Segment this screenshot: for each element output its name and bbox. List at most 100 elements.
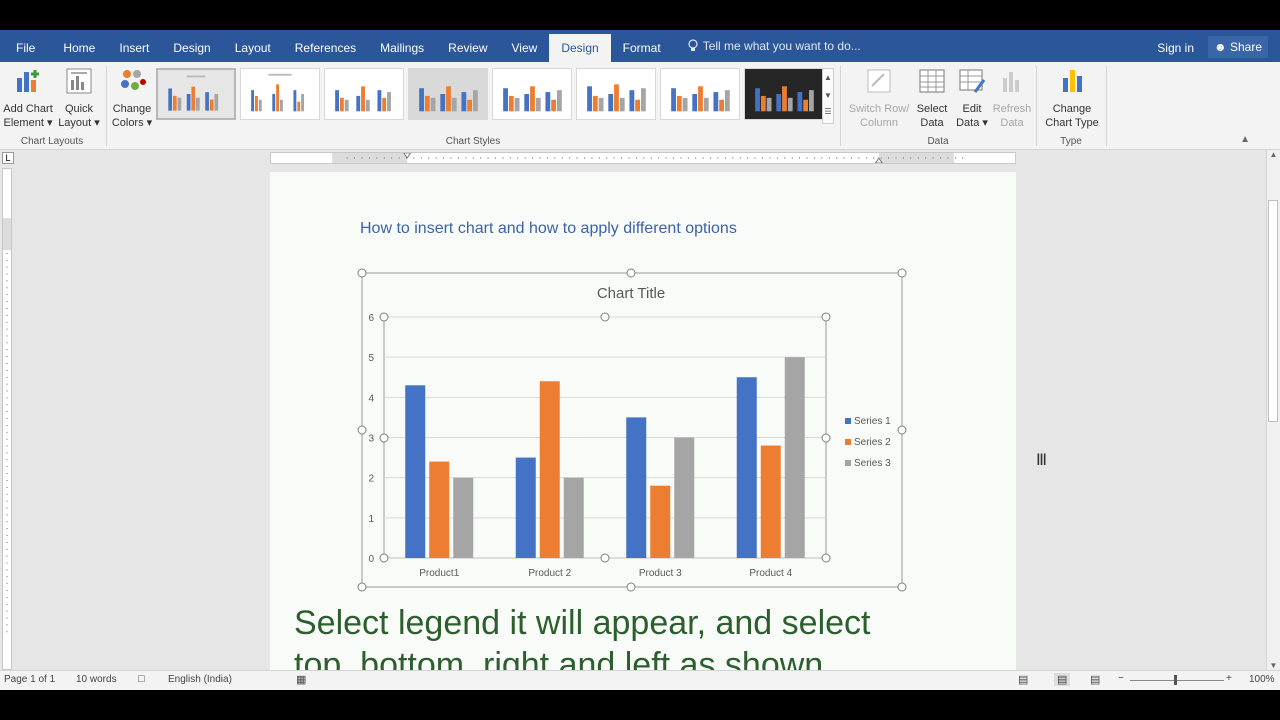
change-colors-label2: Colors ▾: [111, 117, 153, 129]
x-tick-label: Product1: [419, 568, 459, 579]
resize-handle: [821, 553, 831, 563]
tell-me-box[interactable]: Tell me what you want to do...: [673, 30, 861, 62]
group-label-chart-layouts: Chart Layouts: [20, 136, 84, 147]
y-tick-label: 5: [368, 353, 374, 364]
ribbon-tab-bar: File Home Insert Design Layout Reference…: [0, 30, 1280, 62]
bar: [674, 437, 695, 558]
chart-styles-gallery: [156, 68, 824, 120]
chart-style-5[interactable]: [492, 68, 572, 120]
tab-file[interactable]: File: [0, 30, 51, 62]
quick-layout-label2: Layout ▾: [58, 117, 100, 129]
tab-mailings[interactable]: Mailings: [368, 30, 436, 62]
tab-design-chart[interactable]: Design: [549, 34, 611, 62]
change-chart-type-button[interactable]: Change Chart Type: [1040, 66, 1104, 130]
bar: [429, 461, 450, 558]
quick-layout-button[interactable]: Quick Layout ▾: [56, 66, 102, 130]
table-icon: [919, 69, 945, 93]
resize-handle: [379, 433, 389, 443]
tab-selector-icon[interactable]: L: [2, 152, 14, 164]
zoom-in-icon[interactable]: +: [1226, 673, 1232, 684]
refresh-data-icon: [1003, 72, 1019, 92]
chevron-up-icon[interactable]: ▲: [823, 69, 833, 87]
legend-swatch: [845, 439, 851, 445]
scroll-up-icon[interactable]: ▲: [1267, 150, 1280, 159]
tab-home[interactable]: Home: [51, 30, 107, 62]
chart-style-8[interactable]: [744, 68, 824, 120]
resize-handle: [379, 553, 389, 563]
y-tick-label: 4: [368, 393, 374, 404]
group-label-data: Data: [927, 136, 949, 147]
bar: [736, 377, 757, 558]
page-count[interactable]: Page 1 of 1: [4, 674, 55, 685]
chart-object[interactable]: Chart Title 0 1 2 3 4 5 6 Product1 Product 2 Produ…: [356, 266, 912, 596]
bar: [650, 485, 671, 558]
refresh-data-label1: Refresh: [992, 103, 1032, 115]
chart-style-3[interactable]: [324, 68, 404, 120]
chart-style-6[interactable]: [576, 68, 656, 120]
chart-style-2[interactable]: [240, 68, 320, 120]
tab-review[interactable]: Review: [436, 30, 499, 62]
read-mode-icon[interactable]: ▤: [1018, 673, 1028, 686]
proofing-icon[interactable]: □: [138, 673, 145, 685]
change-chart-type-label1: Change: [1052, 103, 1092, 115]
change-colors-button[interactable]: Change Colors ▾: [108, 66, 156, 130]
text-cursor-icon: Ⅲ: [1036, 452, 1048, 469]
macro-icon[interactable]: ▦: [296, 673, 306, 686]
zoom-slider[interactable]: [1130, 680, 1224, 681]
bar: [405, 385, 426, 558]
sign-in-link[interactable]: Sign in: [1157, 30, 1194, 62]
scroll-down-icon[interactable]: ▼: [1267, 661, 1280, 670]
tab-design-document[interactable]: Design: [161, 30, 222, 62]
lightbulb-icon: [688, 39, 698, 51]
tab-format[interactable]: Format: [610, 30, 673, 62]
person-icon: ☻: [1213, 40, 1227, 54]
chart-title: Chart Title: [597, 285, 665, 302]
print-layout-icon[interactable]: ▤: [1054, 673, 1071, 686]
scrollbar-thumb[interactable]: [1268, 200, 1278, 422]
chevron-down-icon[interactable]: ▼: [823, 87, 833, 105]
document-heading: How to insert chart and how to apply dif…: [360, 220, 737, 237]
zoom-slider-thumb[interactable]: [1174, 675, 1177, 685]
collapse-ribbon-icon[interactable]: ▲: [1240, 134, 1250, 145]
ribbon-separator: [1036, 66, 1037, 146]
y-tick-label: 0: [368, 554, 374, 565]
tab-references[interactable]: References: [283, 30, 368, 62]
edit-data-label2: Data ▾: [956, 117, 988, 129]
chart-style-4[interactable]: [408, 68, 488, 120]
vertical-ruler-scale[interactable]: [2, 168, 12, 670]
tell-me-text: Tell me what you want to do...: [702, 39, 861, 53]
change-chart-type-icon: [1063, 70, 1082, 92]
language-indicator[interactable]: English (India): [168, 674, 232, 685]
palette-icon: [121, 70, 146, 90]
y-tick-label: 1: [368, 514, 374, 525]
switch-row-column-button[interactable]: Switch Row/ Column: [846, 66, 912, 130]
tab-layout[interactable]: Layout: [223, 30, 283, 62]
x-tick-label: Product 4: [749, 568, 792, 579]
change-chart-type-label2: Chart Type: [1045, 117, 1099, 129]
add-chart-element-button[interactable]: Add Chart Element ▾: [2, 66, 54, 130]
zoom-out-icon[interactable]: −: [1118, 673, 1124, 684]
resize-handle: [821, 433, 831, 443]
share-button[interactable]: ☻ Share: [1207, 36, 1268, 58]
refresh-data-button[interactable]: Refresh Data: [992, 66, 1032, 130]
resize-handle: [357, 425, 367, 435]
tab-view[interactable]: View: [500, 30, 550, 62]
bar: [515, 457, 536, 558]
web-layout-icon[interactable]: ▤: [1090, 673, 1100, 686]
bar: [563, 477, 584, 558]
chart-style-1[interactable]: [156, 68, 236, 120]
resize-handle: [897, 582, 907, 592]
select-data-button[interactable]: Select Data: [914, 66, 950, 130]
switch-row-column-icon: [867, 69, 891, 93]
tab-insert[interactable]: Insert: [107, 30, 161, 62]
select-data-label2: Data: [920, 117, 944, 129]
chart-styles-scroll[interactable]: ▲ ▼ ☰: [822, 68, 834, 124]
chart-style-7[interactable]: [660, 68, 740, 120]
horizontal-ruler[interactable]: [270, 152, 1016, 164]
resize-handle: [357, 582, 367, 592]
edit-data-button[interactable]: Edit Data ▾: [954, 66, 990, 130]
word-count[interactable]: 10 words: [76, 674, 117, 685]
title-bar-strip: [0, 0, 1280, 30]
more-styles-icon[interactable]: ☰: [823, 105, 833, 119]
zoom-level[interactable]: 100%: [1249, 674, 1275, 685]
